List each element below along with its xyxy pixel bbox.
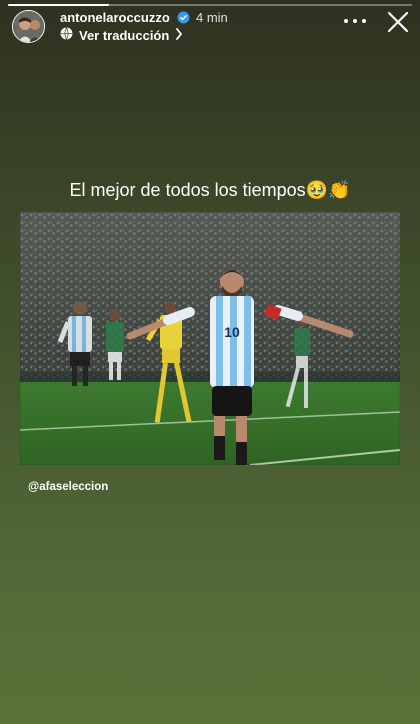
story-caption: El mejor de todos los tiempos🥹👏 — [69, 180, 351, 200]
translate-button[interactable]: Ver traducción — [60, 27, 183, 43]
close-icon[interactable] — [386, 10, 410, 34]
globe-icon — [60, 27, 73, 43]
story-progress-bar — [8, 4, 412, 6]
jersey-number: 10 — [224, 324, 240, 340]
post-time: 4 min — [196, 10, 228, 25]
more-options-icon[interactable] — [344, 14, 366, 28]
chevron-right-icon — [175, 27, 183, 43]
mention-tag[interactable]: @afaseleccion — [28, 481, 108, 493]
story-photo[interactable]: 10 — [20, 212, 400, 465]
verified-badge-icon — [177, 11, 190, 27]
story-progress-fill — [8, 4, 109, 6]
translate-label[interactable]: Ver traducción — [79, 28, 169, 43]
username-text[interactable]: antonelaroccuzzo — [60, 10, 170, 25]
avatar[interactable] — [12, 10, 45, 43]
story-header: antonelaroccuzzo 4 min Ver traducción — [12, 8, 410, 48]
username[interactable]: antonelaroccuzzo — [60, 10, 190, 27]
